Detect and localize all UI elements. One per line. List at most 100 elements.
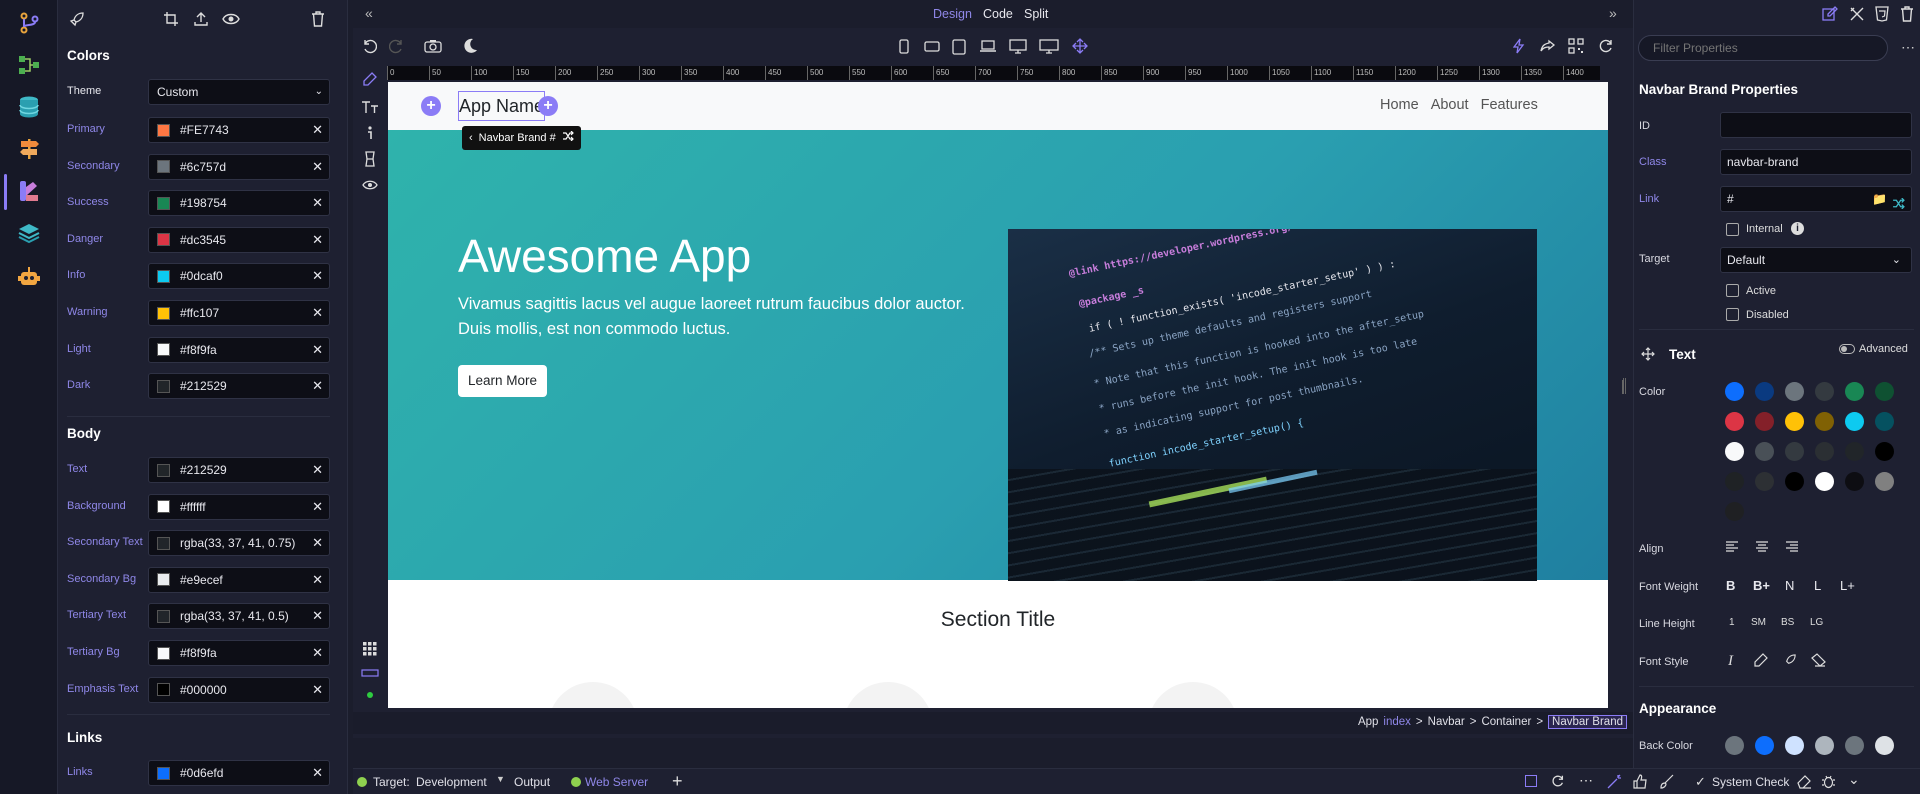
git-branch-icon[interactable] bbox=[14, 8, 44, 38]
text-color-swatch[interactable] bbox=[1725, 442, 1744, 461]
shuffle-icon[interactable] bbox=[1892, 193, 1905, 217]
class-field[interactable]: navbar-brand bbox=[1720, 149, 1912, 175]
system-check-button[interactable]: System Check bbox=[1712, 775, 1789, 789]
fit-width-icon[interactable] bbox=[1072, 38, 1088, 57]
refresh-icon[interactable] bbox=[1598, 38, 1614, 57]
back-color-swatch[interactable] bbox=[1815, 736, 1834, 755]
color-row-color-field[interactable]: #ffc107 ✕ bbox=[148, 300, 330, 326]
edit-icon[interactable] bbox=[359, 68, 381, 90]
text-color-swatch[interactable] bbox=[1785, 412, 1804, 431]
color-row-color-field[interactable]: #6c757d ✕ bbox=[148, 153, 330, 180]
undo-icon[interactable] bbox=[361, 38, 378, 57]
color-swatch[interactable] bbox=[157, 463, 170, 477]
brush-icon[interactable] bbox=[359, 148, 381, 170]
share-icon[interactable] bbox=[1540, 38, 1556, 57]
text-color-swatch[interactable] bbox=[1815, 382, 1834, 401]
clear-icon[interactable]: ✕ bbox=[312, 232, 323, 248]
phone-preview-icon[interactable] bbox=[898, 39, 910, 57]
filter-properties-input[interactable] bbox=[1638, 35, 1888, 61]
body-row-color-field[interactable]: #e9ecef ✕ bbox=[148, 566, 330, 593]
lightning-icon[interactable] bbox=[1512, 38, 1525, 57]
text-color-swatch[interactable] bbox=[1815, 472, 1834, 491]
eraser-icon[interactable] bbox=[1797, 774, 1812, 792]
text-color-swatch[interactable] bbox=[1815, 442, 1834, 461]
color-swatch[interactable] bbox=[157, 123, 170, 137]
element-tag[interactable]: ‹ Navbar Brand # bbox=[462, 126, 581, 150]
text-color-swatch[interactable] bbox=[1725, 412, 1744, 431]
text-color-swatch[interactable] bbox=[1725, 502, 1744, 521]
line-height-sm[interactable]: SM bbox=[1751, 617, 1766, 628]
phone-landscape-icon[interactable] bbox=[924, 40, 940, 55]
collapse-right-icon[interactable]: » bbox=[1609, 5, 1617, 21]
text-color-swatch[interactable] bbox=[1875, 442, 1894, 461]
grid-icon[interactable] bbox=[359, 638, 381, 660]
folder-icon[interactable]: 📁 bbox=[1872, 187, 1887, 211]
text-color-swatch[interactable] bbox=[1755, 442, 1774, 461]
color-swatch[interactable] bbox=[157, 646, 170, 660]
pen-icon[interactable] bbox=[1753, 653, 1768, 671]
text-color-swatch[interactable] bbox=[1845, 412, 1864, 431]
clear-icon[interactable]: ✕ bbox=[312, 682, 323, 698]
web-server-button[interactable]: Web Server bbox=[585, 775, 648, 789]
clear-icon[interactable]: ✕ bbox=[312, 195, 323, 211]
signpost-icon[interactable] bbox=[14, 134, 44, 164]
back-color-swatch[interactable] bbox=[1785, 736, 1804, 755]
theme-select[interactable]: Custom ⌄ bbox=[148, 79, 330, 105]
font-weight-bold[interactable]: B bbox=[1726, 578, 1735, 593]
clear-icon[interactable]: ✕ bbox=[312, 765, 323, 781]
advanced-toggle[interactable]: Advanced bbox=[1839, 343, 1908, 355]
clear-icon[interactable]: ✕ bbox=[312, 268, 323, 284]
output-button[interactable]: Output bbox=[514, 775, 550, 789]
redo-icon[interactable] bbox=[388, 38, 405, 57]
body-row-color-field[interactable]: rgba(33, 37, 41, 0.5) ✕ bbox=[148, 603, 330, 630]
camera-icon[interactable] bbox=[424, 39, 442, 56]
flow-icon[interactable] bbox=[14, 50, 44, 80]
robot-icon[interactable] bbox=[14, 262, 44, 292]
italic-icon[interactable]: I bbox=[1728, 653, 1733, 670]
align-right-icon[interactable] bbox=[1785, 541, 1799, 556]
wide-preview-icon[interactable] bbox=[1039, 39, 1059, 57]
text-color-swatch[interactable] bbox=[1845, 472, 1864, 491]
color-row-color-field[interactable]: #FE7743 ✕ bbox=[148, 117, 330, 143]
links-row-color-field[interactable]: #0d6efd ✕ bbox=[148, 760, 330, 786]
thumbs-up-icon[interactable] bbox=[1633, 774, 1648, 792]
text-color-swatch[interactable] bbox=[1815, 412, 1834, 431]
crop-icon[interactable] bbox=[158, 6, 184, 32]
paint-brush-icon[interactable] bbox=[1659, 774, 1674, 792]
color-swatch[interactable] bbox=[157, 683, 170, 697]
laptop-preview-icon[interactable] bbox=[979, 40, 997, 56]
body-row-color-field[interactable]: #ffffff ✕ bbox=[148, 493, 330, 520]
font-weight-light[interactable]: L bbox=[1814, 578, 1821, 593]
color-row-color-field[interactable]: #212529 ✕ bbox=[148, 373, 330, 400]
color-swatch[interactable] bbox=[157, 500, 170, 514]
text-color-swatch[interactable] bbox=[1845, 382, 1864, 401]
target-select[interactable]: Default ⌄ bbox=[1720, 247, 1912, 273]
tablet-preview-icon[interactable] bbox=[952, 39, 966, 58]
clear-icon[interactable]: ✕ bbox=[312, 305, 323, 321]
nav-link-about[interactable]: About bbox=[1431, 97, 1469, 113]
link-field[interactable]: # 📁 bbox=[1720, 186, 1912, 212]
bug-icon[interactable] bbox=[1821, 774, 1836, 792]
text-size-icon[interactable] bbox=[359, 96, 381, 118]
breadcrumb-container[interactable]: Container bbox=[1481, 716, 1531, 728]
add-after-icon[interactable]: + bbox=[538, 96, 558, 116]
active-checkbox[interactable] bbox=[1726, 284, 1739, 297]
move-icon[interactable] bbox=[1641, 347, 1655, 364]
add-icon[interactable]: + bbox=[672, 771, 683, 792]
breadcrumb-current[interactable]: Navbar Brand bbox=[1548, 715, 1627, 729]
color-swatch[interactable] bbox=[157, 160, 170, 174]
trash-icon[interactable] bbox=[305, 6, 331, 32]
align-center-icon[interactable] bbox=[1755, 541, 1769, 556]
desktop-preview-icon[interactable] bbox=[1009, 39, 1027, 57]
id-field[interactable] bbox=[1720, 112, 1912, 138]
text-color-swatch[interactable] bbox=[1785, 442, 1804, 461]
font-weight-bolder[interactable]: B+ bbox=[1753, 578, 1770, 593]
clear-icon[interactable]: ✕ bbox=[312, 342, 323, 358]
clear-icon[interactable]: ✕ bbox=[312, 535, 323, 551]
eye-icon[interactable] bbox=[218, 6, 244, 32]
more-options-icon[interactable]: ⋯ bbox=[1901, 39, 1915, 56]
clear-icon[interactable]: ✕ bbox=[312, 608, 323, 624]
color-row-color-field[interactable]: #0dcaf0 ✕ bbox=[148, 263, 330, 290]
color-row-color-field[interactable]: #f8f9fa ✕ bbox=[148, 336, 330, 363]
line-height-bs[interactable]: BS bbox=[1781, 617, 1794, 628]
